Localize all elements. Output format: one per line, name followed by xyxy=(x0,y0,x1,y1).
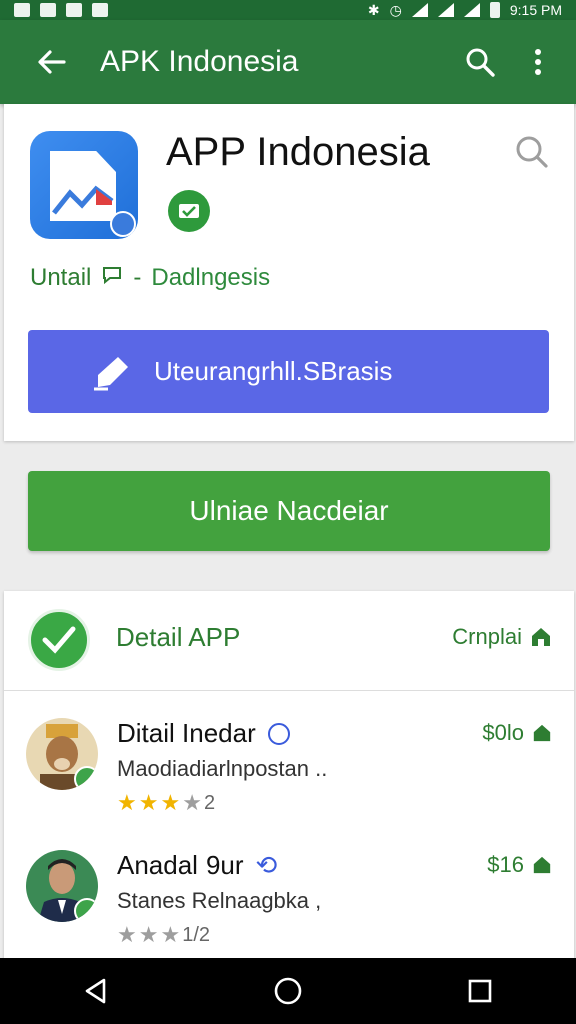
check-icon xyxy=(28,609,90,671)
developer-name[interactable]: Dadlngesis xyxy=(151,264,270,292)
bluetooth-icon: ✱ xyxy=(367,1,380,18)
edit-icon xyxy=(94,356,128,390)
signal-icon xyxy=(463,3,480,17)
developer-line: Untail - Dadlngesis xyxy=(30,264,270,292)
app-badge-icon xyxy=(110,211,136,237)
notification-icon xyxy=(92,3,108,17)
page-title: APK Indonesia xyxy=(100,45,299,78)
price-label: $0lo xyxy=(482,720,524,745)
detail-action-link[interactable]: Crnplai xyxy=(452,624,552,650)
verified-badge-icon xyxy=(168,190,210,232)
verified-icon xyxy=(74,766,98,790)
developer-separator: - xyxy=(133,264,142,291)
store-icon xyxy=(533,724,551,742)
status-bar: ✱ ◷ 9:15 PM xyxy=(0,0,576,20)
rating-text: 2 xyxy=(203,791,216,814)
detail-action-label: Crnplai xyxy=(452,624,522,649)
system-nav-bar xyxy=(0,958,576,1024)
recents-square-icon xyxy=(468,979,492,1003)
signal-icon xyxy=(437,3,454,17)
rating-text: 1/2 xyxy=(182,923,211,946)
review-item[interactable]: Ditail Inedar Maodiadiarlnpostan .. ★ ★ … xyxy=(4,718,574,838)
rating: ★ ★ ★ 1/2 xyxy=(117,922,210,948)
star-icon: ★ xyxy=(138,922,159,947)
detail-card: Detail APP Crnplai Ditail Inedar Maodiad… xyxy=(4,591,574,971)
star-icon: ★ xyxy=(138,790,159,815)
nav-back-button[interactable] xyxy=(66,961,126,1021)
home-circle-icon xyxy=(274,977,302,1005)
reviewer-name: Anadal xyxy=(117,850,198,880)
status-time: 9:15 PM xyxy=(509,2,562,18)
star-icon: ★ xyxy=(117,922,137,947)
store-icon xyxy=(532,628,550,646)
search-icon xyxy=(466,48,495,77)
install-button[interactable]: Uteurangrhll.SBrasis xyxy=(28,330,549,413)
info-icon xyxy=(267,722,290,745)
app-icon xyxy=(30,131,138,239)
detail-title: Detail APP xyxy=(116,622,241,652)
nav-recents-button[interactable] xyxy=(450,961,510,1021)
notification-icon xyxy=(14,3,30,17)
back-triangle-icon xyxy=(85,978,106,1004)
search-icon xyxy=(516,136,548,168)
star-icon: ★ xyxy=(117,790,137,815)
more-vert-icon xyxy=(535,49,541,75)
avatar xyxy=(26,718,98,790)
app-bar: APK Indonesia xyxy=(0,20,576,104)
search-button[interactable] xyxy=(458,40,502,84)
star-icon: ★ xyxy=(160,922,181,947)
back-button[interactable] xyxy=(30,40,74,84)
notification-icon xyxy=(40,3,56,17)
app-name: APP Indonesia xyxy=(166,130,430,174)
review-item[interactable]: Anadal 9ur ⟲ Stanes Relnaagbka , ★ ★ ★ 1… xyxy=(4,850,574,970)
reviewer-tag: 9ur xyxy=(205,850,244,880)
review-price[interactable]: $0lo xyxy=(482,720,552,746)
reviewer-name: Ditail Inedar xyxy=(117,718,256,748)
notification-icon xyxy=(66,3,82,17)
review-text: Maodiadiarlnpostan .. xyxy=(117,756,328,781)
wifi-icon xyxy=(411,3,428,17)
avatar xyxy=(26,850,98,922)
developer-prefix: Untail xyxy=(30,264,92,291)
alarm-icon: ◷ xyxy=(389,1,402,18)
store-icon xyxy=(533,856,551,874)
review-name-row: Anadal 9ur ⟲ xyxy=(117,850,277,881)
primary-action-button[interactable]: Ulniae Nacdeiar xyxy=(28,471,550,551)
chat-icon xyxy=(101,264,123,292)
review-name-row: Ditail Inedar xyxy=(117,718,290,749)
detail-header: Detail APP Crnplai xyxy=(4,591,574,691)
battery-icon xyxy=(489,2,500,18)
back-arrow-icon xyxy=(38,50,66,74)
verified-icon xyxy=(74,898,98,922)
price-label: $16 xyxy=(487,852,524,877)
app-search-button[interactable] xyxy=(514,134,554,174)
review-price[interactable]: $16 xyxy=(487,852,552,878)
review-text: Stanes Relnaagbka , xyxy=(117,888,322,913)
star-icon: ★ xyxy=(160,790,181,815)
install-label: Uteurangrhll.SBrasis xyxy=(154,356,393,386)
rating: ★ ★ ★ ★ 2 xyxy=(117,790,215,816)
sync-icon: ⟲ xyxy=(255,850,278,880)
nav-home-button[interactable] xyxy=(258,961,318,1021)
more-options-button[interactable] xyxy=(516,40,560,84)
app-header-card: APP Indonesia Untail - Dadlngesis Uteura… xyxy=(4,104,574,441)
star-empty-icon: ★ xyxy=(182,790,202,815)
